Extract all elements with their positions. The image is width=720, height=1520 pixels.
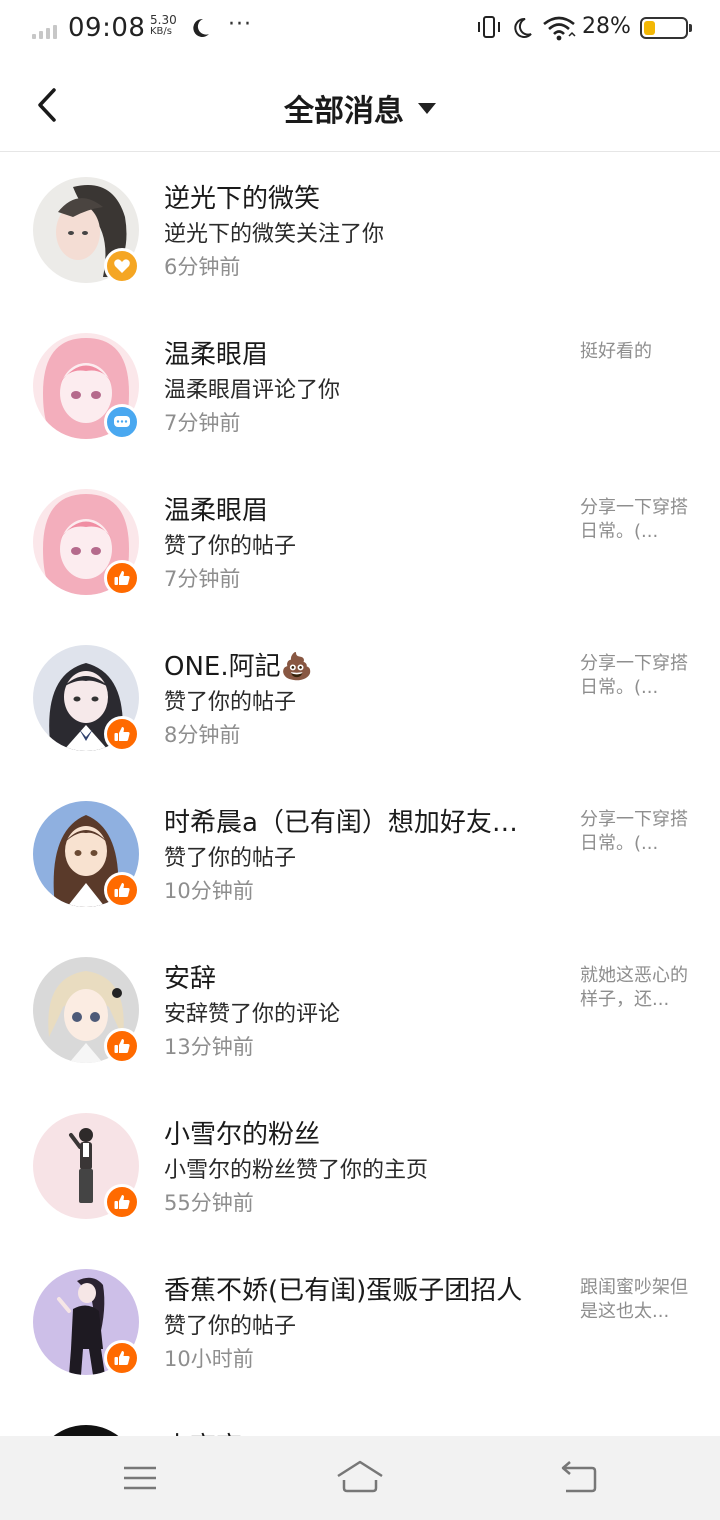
page-title: 全部消息 <box>284 94 404 129</box>
badge-like <box>104 716 140 752</box>
back-arrow-icon[interactable] <box>558 1458 598 1498</box>
sender-name: 时希晨a（已有闺）想加好友… <box>164 808 518 838</box>
post-preview: 分享一下穿搭日常。(... <box>580 653 688 698</box>
list-item[interactable]: 逆光下的微笑 逆光下的微笑关注了你 6分钟前 <box>0 152 720 308</box>
speed-value: 5.30 <box>150 13 177 27</box>
vibrate-icon <box>478 16 500 38</box>
list-item[interactable]: 小雪尔的粉丝 小雪尔的粉丝赞了你的主页 55分钟前 <box>0 1088 720 1244</box>
list-item[interactable]: 温柔眼眉 赞了你的帖子 7分钟前 分享一下穿搭日常。(... <box>0 464 720 620</box>
badge-like <box>104 1028 140 1064</box>
moon-icon <box>193 18 209 37</box>
message-text: 逆光下的微笑关注了你 <box>164 222 385 247</box>
thumbs-up-icon <box>114 883 130 897</box>
timestamp: 13分钟前 <box>164 1035 254 1059</box>
caret-down-icon <box>418 102 436 114</box>
sender-name: 小商商 <box>164 1426 242 1436</box>
badge-like <box>104 1184 140 1220</box>
message-text: 赞了你的帖子 <box>164 1314 297 1339</box>
timestamp: 55分钟前 <box>164 1191 254 1215</box>
avatar[interactable] <box>33 1425 139 1436</box>
timestamp: 7分钟前 <box>164 411 241 435</box>
list-item[interactable]: 时希晨a（已有闺）想加好友… 赞了你的帖子 10分钟前 分享一下穿搭日常。(..… <box>0 776 720 932</box>
timestamp: 7分钟前 <box>164 567 241 591</box>
badge-like <box>104 560 140 596</box>
menu-icon[interactable] <box>120 1458 160 1498</box>
post-preview: 跟闺蜜吵架但是这也太... <box>580 1277 688 1322</box>
message-text: 赞了你的帖子 <box>164 690 297 715</box>
message-list[interactable]: 逆光下的微笑 逆光下的微笑关注了你 6分钟前 温柔眼眉 温柔眼眉评论了你 7分钟… <box>0 152 720 1436</box>
thumbs-up-icon <box>114 727 130 741</box>
clock: 09:08 <box>68 13 146 43</box>
list-item[interactable]: 小商商 <box>0 1400 720 1436</box>
title-dropdown[interactable]: 全部消息 <box>0 86 720 130</box>
home-icon[interactable] <box>336 1458 384 1498</box>
timestamp: 10分钟前 <box>164 879 254 903</box>
sender-name: ONE.阿記💩 <box>164 652 313 682</box>
timestamp: 10小时前 <box>164 1347 254 1371</box>
thumbs-up-icon <box>114 1039 130 1053</box>
message-text: 安辞赞了你的评论 <box>164 1002 341 1027</box>
message-text: 赞了你的帖子 <box>164 534 297 559</box>
post-preview: 分享一下穿搭日常。(... <box>580 497 688 542</box>
badge-heart <box>104 248 140 284</box>
list-item[interactable]: 香蕉不娇(已有闺)蛋贩子团招人 赞了你的帖子 10小时前 跟闺蜜吵架但是这也太.… <box>0 1244 720 1400</box>
post-preview: 分享一下穿搭日常。(... <box>580 809 688 854</box>
comment-icon <box>114 416 130 427</box>
more-dots: ··· <box>228 12 252 37</box>
post-preview: 挺好看的 <box>580 341 652 362</box>
wifi-icon <box>543 16 576 41</box>
thumbs-up-icon <box>114 1351 130 1365</box>
system-nav-bar <box>0 1436 720 1520</box>
network-speed: 5.30 KB/s <box>150 14 184 38</box>
list-item[interactable]: ONE.阿記💩 赞了你的帖子 8分钟前 分享一下穿搭日常。(... <box>0 620 720 776</box>
thumbs-up-icon <box>114 571 130 585</box>
status-bar: 09:08 5.30 KB/s ··· 28% <box>0 0 720 58</box>
dnd-moon-icon <box>514 17 532 38</box>
sender-name: 温柔眼眉 <box>164 496 269 526</box>
speed-unit: KB/s <box>150 26 172 37</box>
message-text: 温柔眼眉评论了你 <box>164 378 341 403</box>
thumbs-up-icon <box>114 1195 130 1209</box>
badge-comment <box>104 404 140 440</box>
badge-like <box>104 1340 140 1376</box>
badge-like <box>104 872 140 908</box>
heart-icon <box>114 259 130 273</box>
sender-name: 小雪尔的粉丝 <box>164 1120 321 1150</box>
message-text: 赞了你的帖子 <box>164 846 297 871</box>
sender-name: 安辞 <box>164 964 217 994</box>
battery-percent: 28% <box>582 14 631 39</box>
signal-icon <box>32 23 62 39</box>
sender-name: 香蕉不娇(已有闺)蛋贩子团招人 <box>164 1276 523 1306</box>
battery-fill <box>644 21 655 35</box>
timestamp: 8分钟前 <box>164 723 241 747</box>
battery-icon <box>640 17 692 39</box>
message-text: 小雪尔的粉丝赞了你的主页 <box>164 1158 429 1183</box>
list-item[interactable]: 温柔眼眉 温柔眼眉评论了你 7分钟前 挺好看的 <box>0 308 720 464</box>
post-preview: 就她这恶心的样子，还... <box>580 965 688 1010</box>
header: 全部消息 <box>0 58 720 152</box>
sender-name: 逆光下的微笑 <box>164 184 321 214</box>
sender-name: 温柔眼眉 <box>164 340 269 370</box>
timestamp: 6分钟前 <box>164 255 241 279</box>
list-item[interactable]: 安辞 安辞赞了你的评论 13分钟前 就她这恶心的样子，还... <box>0 932 720 1088</box>
